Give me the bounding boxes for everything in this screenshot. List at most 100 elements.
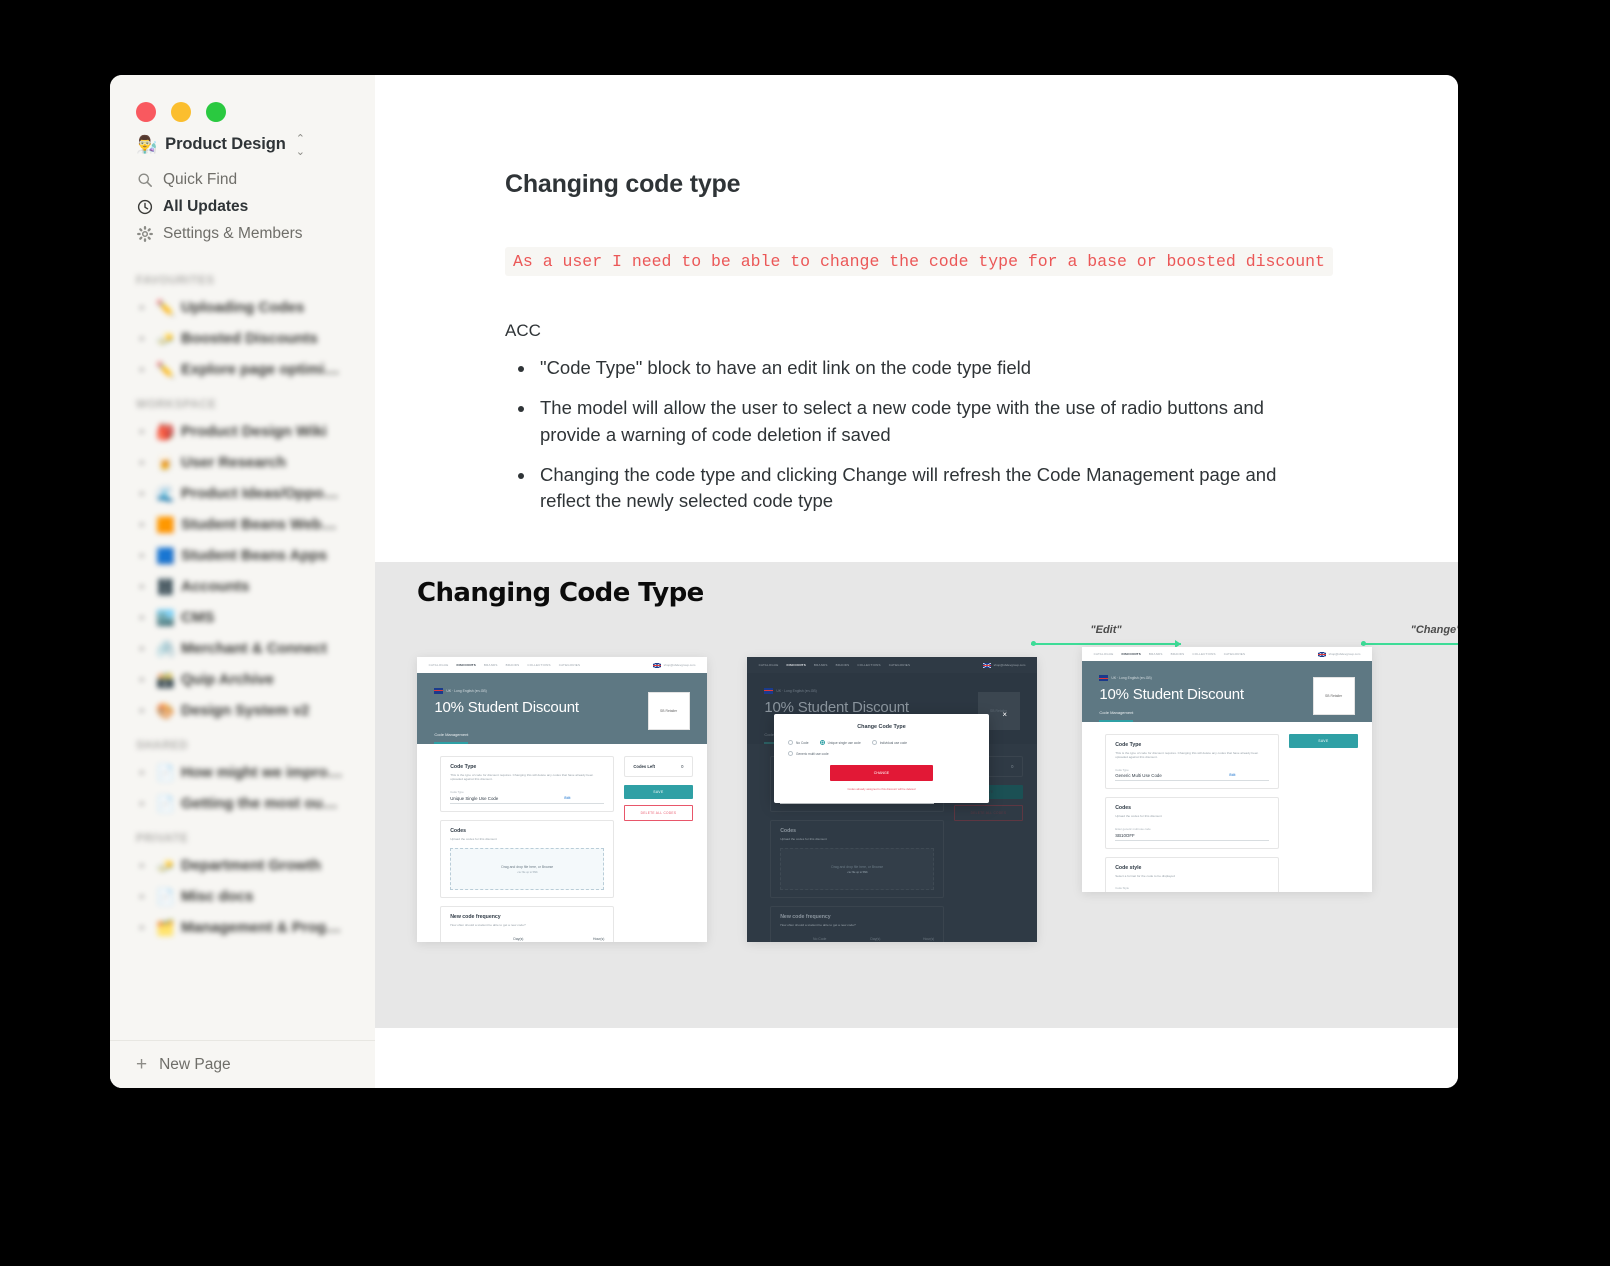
card-description: Upload the codes for this discount <box>1115 814 1162 819</box>
nav-item-active: DISCOUNTS <box>786 663 806 668</box>
sidebar-item-quick-find[interactable]: Quick Find <box>110 166 375 193</box>
hero-locale: UK · Long English (en-GB) <box>776 688 817 693</box>
sidebar-page-item[interactable]: ▸ ✏️ Uploading Codes <box>110 292 375 323</box>
modal-title: Change Code Type <box>857 724 906 731</box>
sidebar-page-item[interactable]: ▸ 🖇️ Merchant & Connect <box>110 633 375 664</box>
sidebar-page-item[interactable]: ▸ 📄 Misc docs <box>110 881 375 912</box>
radio-no-code[interactable]: No Code <box>788 740 809 746</box>
sidebar-page-item[interactable]: ▸ 📄 Getting the most ou… <box>110 788 375 819</box>
chevron-right-icon[interactable]: ▸ <box>136 860 149 871</box>
inline-code: code type <box>911 357 992 378</box>
sidebar-page-item[interactable]: ▸ 🟧 Student Beans Web… <box>110 509 375 540</box>
field-number[interactable]: No Code <box>780 937 826 942</box>
sidebar-page-item[interactable]: ▸ ✏️ Explore page optimi… <box>110 354 375 385</box>
sidebar-page-item[interactable]: ▸ 🎨 Design System v2 <box>110 695 375 726</box>
codes-left-card: Codes Left 0 <box>624 755 693 777</box>
change-button[interactable]: CHANGE <box>830 765 933 782</box>
tab-code-management[interactable]: Code Management <box>434 732 469 745</box>
chevron-right-icon[interactable]: ▸ <box>136 550 149 561</box>
close-window-button[interactable] <box>136 102 156 122</box>
radio-individual-use-code[interactable]: Individual use code <box>871 740 907 746</box>
acceptance-criteria-item: "Code Type" block to have an edit link o… <box>505 355 1328 381</box>
embedded-figure[interactable]: Changing Code Type "Edit" "Change" CATAL… <box>375 562 1458 1029</box>
nav-item: CATALOGUE <box>1093 652 1114 657</box>
sidebar-page-item[interactable]: ▸ 🏙️ CMS <box>110 602 375 633</box>
chevron-right-icon[interactable]: ▸ <box>136 612 149 623</box>
field-code-type[interactable]: Code Type Generic Multi Use Code Edit <box>1115 768 1270 782</box>
sidebar-item-label: Settings & Members <box>163 224 303 242</box>
sidebar-page-label: Department Growth <box>181 857 322 874</box>
chevron-right-icon[interactable]: ▸ <box>136 364 149 375</box>
sidebar-page-label: User Research <box>181 454 287 471</box>
workspace-avatar-icon: 👨‍🔬 <box>136 135 158 154</box>
maximize-window-button[interactable] <box>206 102 226 122</box>
sidebar-item-all-updates[interactable]: All Updates <box>110 193 375 220</box>
chevron-right-icon[interactable]: ▸ <box>136 519 149 530</box>
chevron-right-icon[interactable]: ▸ <box>136 488 149 499</box>
chevron-right-icon[interactable]: ▸ <box>136 302 149 313</box>
sidebar-page-tree[interactable]: FAVOURITES ▸ ✏️ Uploading Codes ▸ 🧈 Boosted Di… <box>110 247 375 1040</box>
field-days[interactable]: Day(s) <box>834 937 880 942</box>
close-icon[interactable]: × <box>1002 710 1007 719</box>
radio-unique-single-use-code[interactable]: Unique single use code <box>819 740 861 746</box>
chevron-right-icon[interactable]: ▸ <box>136 426 149 437</box>
save-button[interactable]: SAVE <box>1289 733 1358 748</box>
sidebar-page-label: Student Beans Apps <box>181 547 328 564</box>
minimize-window-button[interactable] <box>171 102 191 122</box>
field-days[interactable]: Day(s) <box>450 937 523 942</box>
sidebar-page-item[interactable]: ▸ 🗄️ Accounts <box>110 571 375 602</box>
mockup-main-column: Code Type This is the type of code for d… <box>1105 733 1280 893</box>
save-button[interactable]: SAVE <box>624 784 693 799</box>
sidebar-page-item[interactable]: ▸ 🍺 User Research <box>110 447 375 478</box>
account-label: shop@sbdevgroup.com <box>993 663 1026 668</box>
sidebar-page-item[interactable]: ▸ 🧈 Boosted Discounts <box>110 323 375 354</box>
chevron-right-icon[interactable]: ▸ <box>136 922 149 933</box>
chevron-right-icon[interactable]: ▸ <box>136 674 149 685</box>
page-emoji-icon: 🟦 <box>156 547 175 565</box>
file-dropzone[interactable]: Drag and drop file here, or Browse .csv … <box>780 848 935 891</box>
sidebar-page-label: Management & Prog… <box>181 919 342 936</box>
mockup-topbar: CATALOGUE DISCOUNTS BRANDS BRANDS COLLEC… <box>417 657 707 673</box>
field-code-style[interactable]: Code Style Plain Text ⌄ <box>1115 886 1269 892</box>
sidebar-page-label: CMS <box>181 609 215 626</box>
field-hours[interactable]: Hour(s) <box>531 937 604 942</box>
account-label: shop@sbdevgroup.com <box>1328 652 1361 657</box>
file-dropzone[interactable]: Drag and drop file here, or Browse .csv … <box>450 848 605 891</box>
chevron-right-icon[interactable]: ▸ <box>136 767 149 778</box>
edit-link[interactable]: Edit <box>1229 773 1235 777</box>
chevron-right-icon[interactable]: ▸ <box>136 581 149 592</box>
chevron-right-icon[interactable]: ▸ <box>136 891 149 902</box>
dropzone-primary: Drag and drop file here, or Browse <box>501 864 554 869</box>
field-code-type[interactable]: Code Type Unique Single Use Code Edit <box>450 790 605 804</box>
edit-link[interactable]: Edit <box>564 796 570 800</box>
sidebar-page-label: Quip Archive <box>181 671 274 688</box>
radio-generic-multi-use-code[interactable]: Generic multi use code <box>788 751 829 757</box>
sidebar-page-item[interactable]: ▸ 🗃️ Quip Archive <box>110 664 375 695</box>
sidebar-page-item[interactable]: ▸ 🗂️ Management & Prog… <box>110 912 375 943</box>
chevron-right-icon[interactable]: ▸ <box>136 705 149 716</box>
sidebar-page-label: Design System v2 <box>181 702 310 719</box>
sidebar-item-settings-members[interactable]: Settings & Members <box>110 220 375 247</box>
new-page-button[interactable]: + New Page <box>110 1040 375 1088</box>
chevron-right-icon[interactable]: ▸ <box>136 798 149 809</box>
sidebar-page-item[interactable]: ▸ 🟦 Student Beans Apps <box>110 540 375 571</box>
sidebar-page-item[interactable]: ▸ 🧈 Department Growth <box>110 850 375 881</box>
delete-all-codes-button[interactable]: DELETE ALL CODES <box>624 804 693 821</box>
workspace-switcher[interactable]: 👨‍🔬 Product Design ⌃ ⌄ <box>110 122 375 158</box>
sidebar-page-label: Product Ideas/Oppo… <box>181 485 339 502</box>
sidebar-page-item[interactable]: ▸ 🎒 Product Design Wiki <box>110 416 375 447</box>
sidebar-page-item[interactable]: ▸ 🌊 Product Ideas/Oppo… <box>110 478 375 509</box>
sidebar-page-item[interactable]: ▸ 📄 How might we impro… <box>110 757 375 788</box>
sidebar-item-label: Quick Find <box>163 170 238 188</box>
tab-code-management[interactable]: Code Management <box>1099 710 1134 723</box>
deletion-warning: Codes already assigned to this discount … <box>847 787 916 792</box>
nav-item: BRANDS <box>505 663 520 668</box>
hero-locale: UK · Long English (en-GB) <box>446 688 487 693</box>
chevron-right-icon[interactable]: ▸ <box>136 333 149 344</box>
chevron-right-icon[interactable]: ▸ <box>136 643 149 654</box>
field-hours[interactable]: Hour(s) <box>888 937 934 942</box>
field-generic-code[interactable]: Enter generic multi use code SB10OFF <box>1115 827 1270 841</box>
change-code-type-modal[interactable]: Change Code Type No Code Unique single u… <box>774 710 1007 804</box>
delete-all-codes-button[interactable]: DELETE ALL CODES <box>954 804 1023 821</box>
chevron-right-icon[interactable]: ▸ <box>136 457 149 468</box>
